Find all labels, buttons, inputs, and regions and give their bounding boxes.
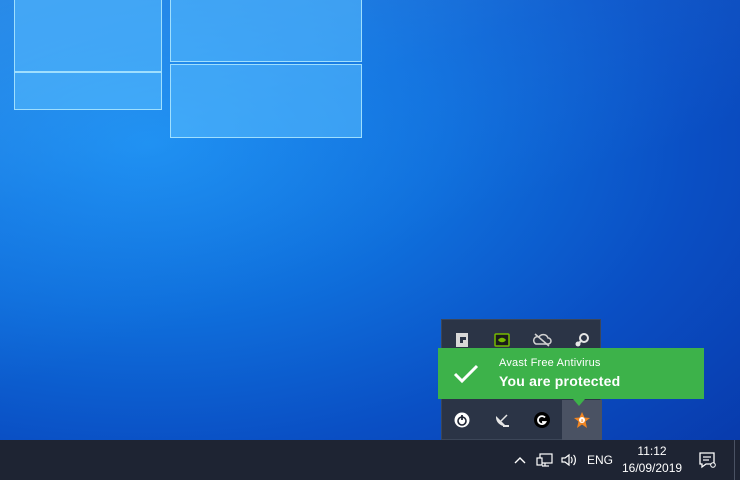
clock-date[interactable]: 16/09/2019 xyxy=(622,461,682,475)
network-icon[interactable] xyxy=(535,450,555,470)
windows-logo-pane-bottom-right xyxy=(170,64,362,138)
avast-icon[interactable]: a xyxy=(562,400,602,440)
avast-notification-toast[interactable]: Avast Free Antivirus You are protected xyxy=(438,348,704,406)
satellite-dish-icon[interactable] xyxy=(482,400,522,440)
toast-app-name: Avast Free Antivirus xyxy=(499,357,601,369)
speaker-volume-icon[interactable] xyxy=(559,450,579,470)
toast-pointer xyxy=(573,399,585,406)
chevron-up-icon[interactable] xyxy=(511,450,529,470)
clock-time[interactable]: 11:12 xyxy=(622,444,682,458)
language-indicator[interactable]: ENG xyxy=(587,453,613,467)
windows-logo-pane-top-right xyxy=(170,0,362,62)
taskbar: ENG 11:12 16/09/2019 xyxy=(0,440,740,480)
action-center-icon[interactable] xyxy=(697,450,717,470)
logitech-g-icon[interactable] xyxy=(522,400,562,440)
power-app-icon[interactable] xyxy=(442,400,482,440)
toast-message: You are protected xyxy=(499,373,621,389)
windows-logo-pane-bottom-left xyxy=(14,72,162,110)
svg-text:a: a xyxy=(580,418,583,424)
checkmark-icon xyxy=(453,364,479,384)
windows-logo-pane-top-left xyxy=(14,0,162,72)
show-desktop-button[interactable] xyxy=(734,440,740,480)
